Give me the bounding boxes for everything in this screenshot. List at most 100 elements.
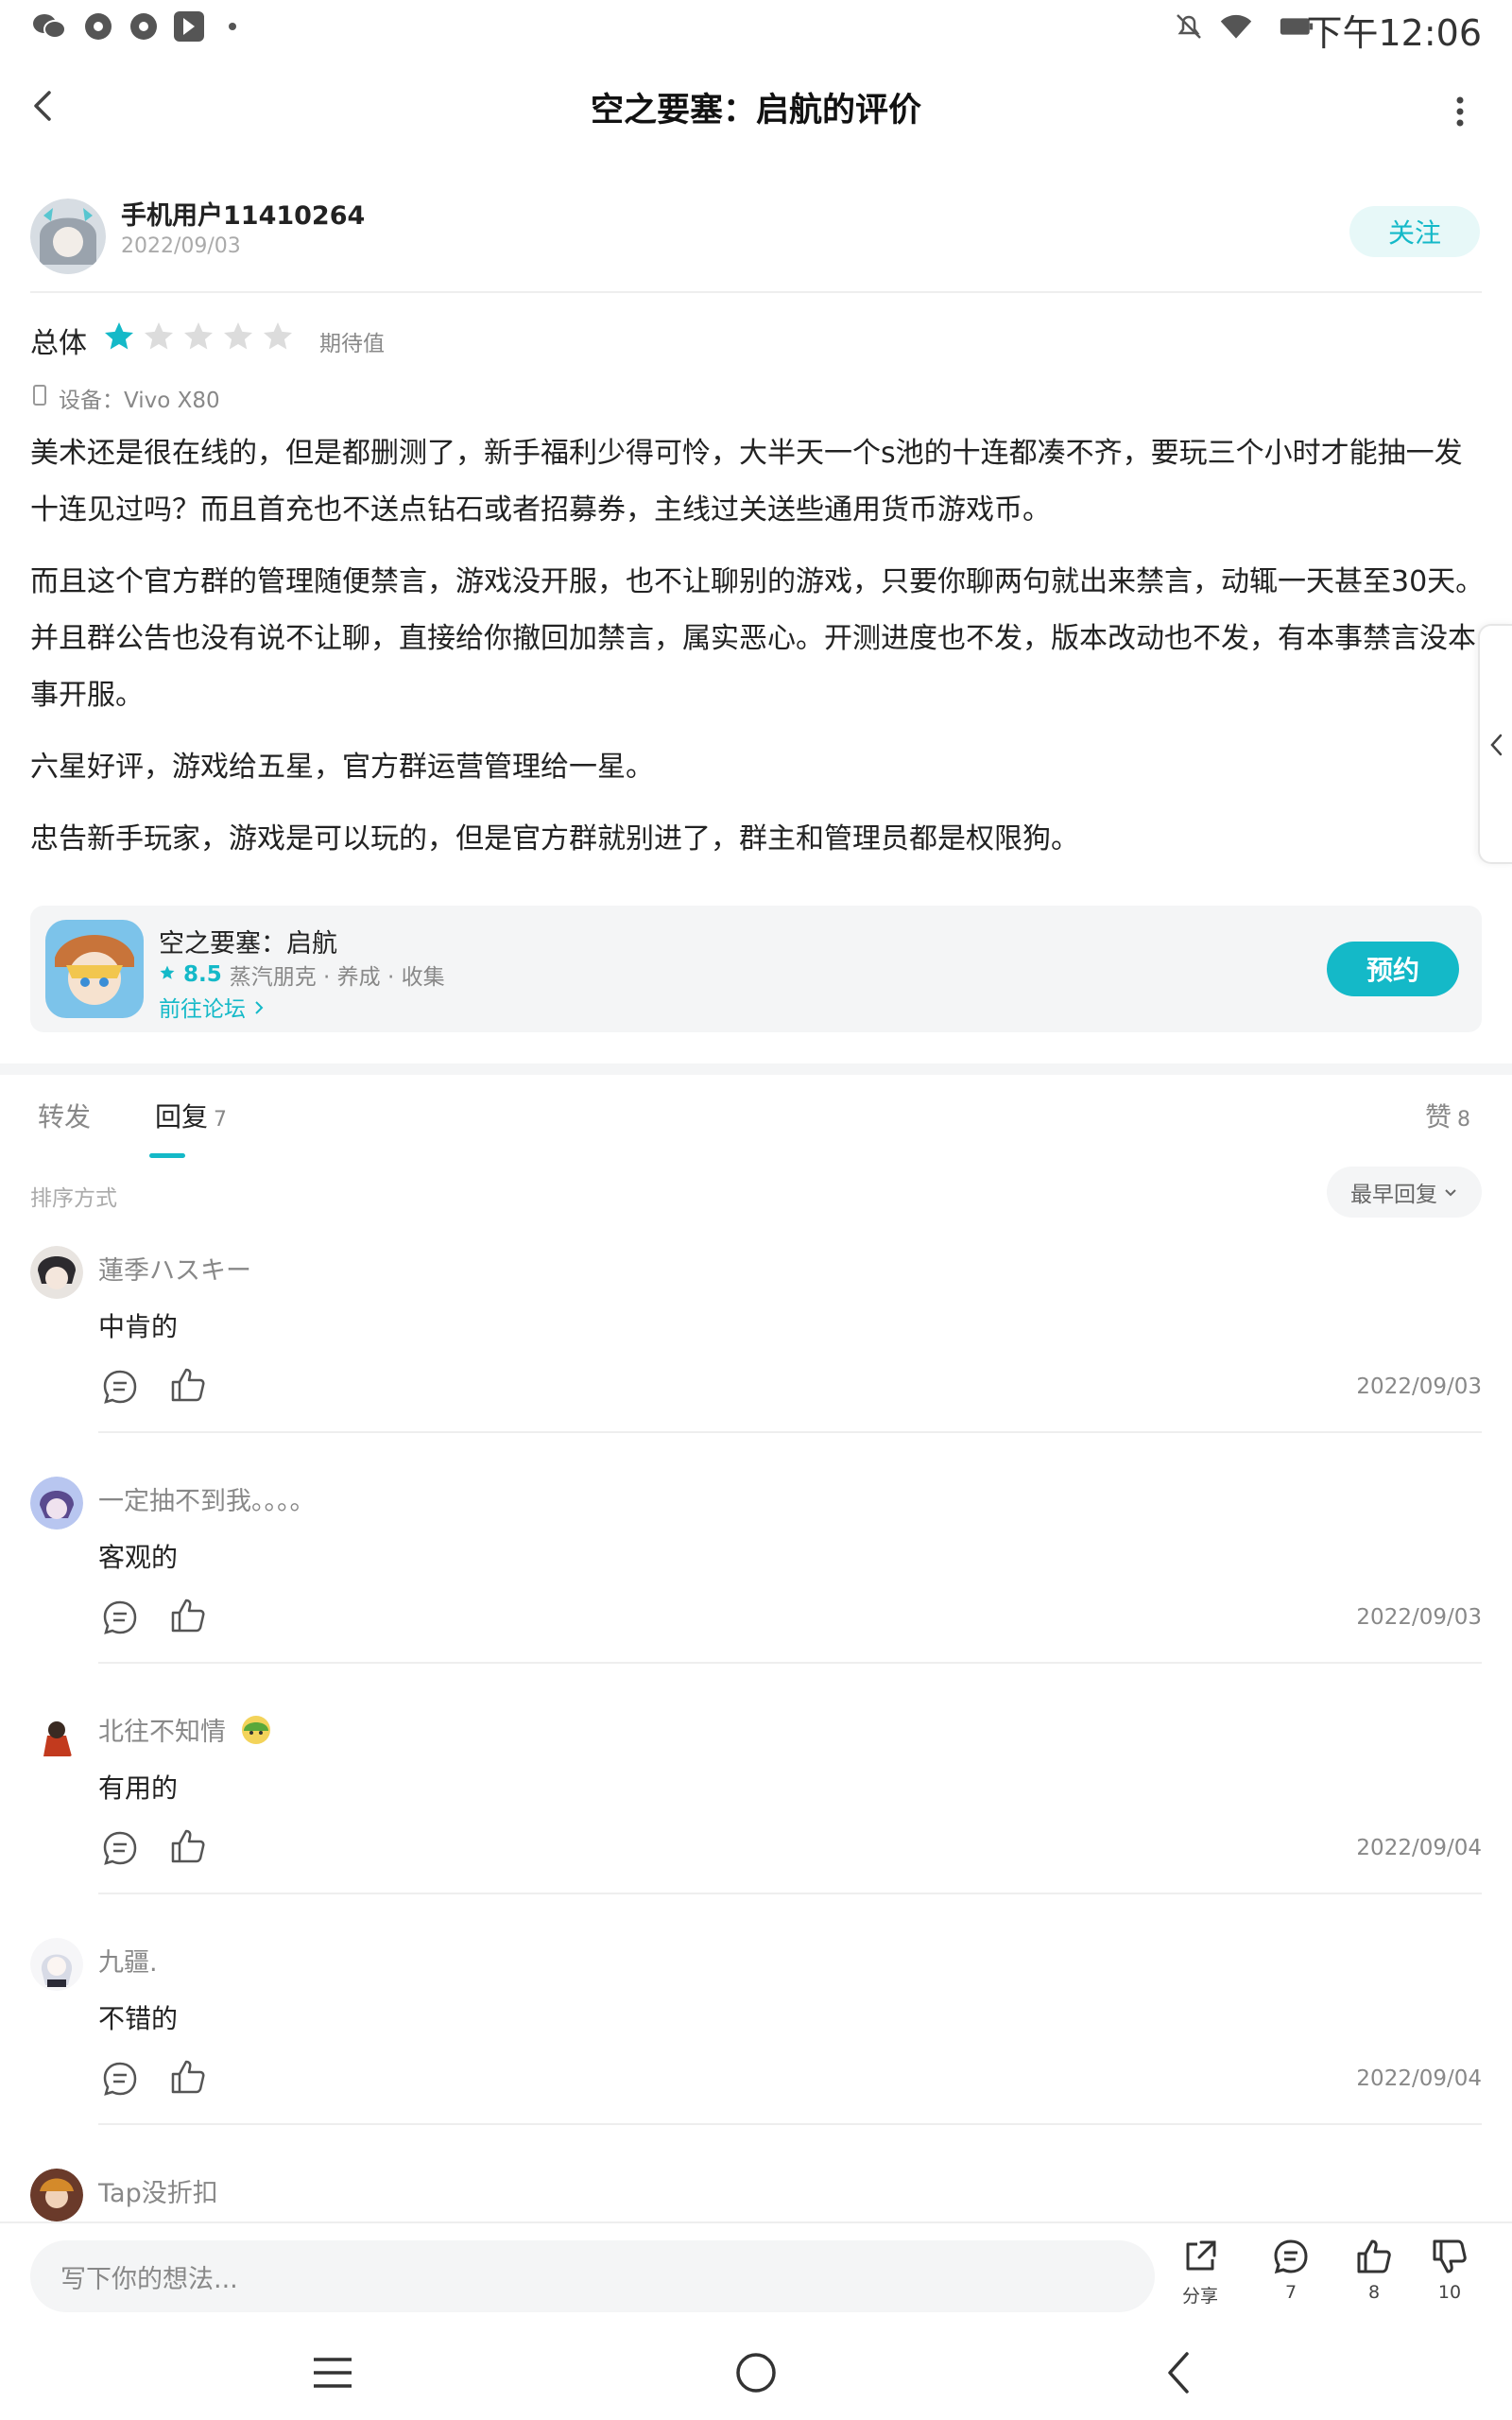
game-card[interactable]: 空之要塞：启航 8.5 蒸汽朋克 · 养成 · 收集 前往论坛 预约 xyxy=(30,906,1482,1032)
comment-text: 客观的 xyxy=(98,1542,179,1573)
comment-text: 有用的 xyxy=(98,1772,179,1804)
badge-icon xyxy=(240,1714,272,1753)
comment-date: 2022/09/04 xyxy=(1356,1836,1482,1860)
share-button[interactable]: 分享 xyxy=(1162,2237,1238,2308)
reply-icon[interactable] xyxy=(100,1828,140,1868)
commenter-name[interactable]: 一定抽不到我。。。。 xyxy=(98,1480,316,1517)
thumbs-up-icon xyxy=(1354,2237,1394,2280)
game-title: 空之要塞：启航 xyxy=(159,929,337,959)
tab-repost[interactable]: 转发 xyxy=(38,1097,91,1134)
review-paragraph: 六星好评，游戏给五星，官方群运营管理给一星。 xyxy=(30,751,654,784)
dislike-button[interactable]: 10 xyxy=(1412,2237,1487,2303)
commenter-name-label: 北往不知情 xyxy=(98,1718,226,1747)
star-icon xyxy=(181,320,215,354)
commenter-avatar[interactable] xyxy=(30,1707,83,1760)
review-date: 2022/09/03 xyxy=(121,234,241,258)
reply-icon[interactable] xyxy=(100,1598,140,1637)
device-row: 设备：Vivo X80 xyxy=(32,382,220,414)
comment-button[interactable]: 7 xyxy=(1253,2237,1329,2303)
like-icon[interactable] xyxy=(168,1365,208,1405)
reply-icon[interactable] xyxy=(100,1367,140,1407)
author-avatar[interactable] xyxy=(30,199,106,274)
forum-link-label: 前往论坛 xyxy=(159,997,246,1022)
sort-value: 最早回复 xyxy=(1350,1183,1437,1207)
share-label: 分享 xyxy=(1181,2286,1218,2307)
game-tags: 蒸汽朋克 · 养成 · 收集 xyxy=(229,965,445,990)
wifi-icon xyxy=(1219,9,1253,43)
commenter-name[interactable]: Tap没折扣 xyxy=(98,2172,218,2209)
reserve-button[interactable]: 预约 xyxy=(1327,942,1459,996)
tab-reply-count: 7 xyxy=(214,1108,228,1132)
comment-input[interactable]: 写下你的想法... xyxy=(30,2240,1155,2312)
chevron-right-icon xyxy=(252,997,266,1022)
divider xyxy=(98,2123,1482,2125)
like-button[interactable]: 8 xyxy=(1336,2237,1412,2303)
status-bar: 下午12:06 xyxy=(0,0,1512,54)
like-icon[interactable] xyxy=(168,1826,208,1866)
tab-reply-label: 回复 xyxy=(155,1101,209,1132)
divider xyxy=(98,1893,1482,1894)
commenter-name[interactable]: 蓮季ハスキー xyxy=(98,1250,251,1287)
device-label: 设备：Vivo X80 xyxy=(59,389,220,413)
share-icon xyxy=(1180,2237,1220,2280)
more-icon[interactable] xyxy=(1446,91,1474,132)
aperture-icon xyxy=(127,9,161,43)
comment-date: 2022/09/03 xyxy=(1356,1374,1482,1399)
star-icon xyxy=(221,320,255,354)
like-count: 8 xyxy=(1367,2282,1381,2303)
home-icon[interactable] xyxy=(735,2352,777,2397)
sort-label: 排序方式 xyxy=(30,1186,117,1211)
phone-icon xyxy=(32,384,47,412)
divider xyxy=(30,291,1482,293)
side-drawer-handle[interactable] xyxy=(1478,624,1512,864)
commenter-name[interactable]: 北往不知情 xyxy=(98,1711,272,1753)
comment-date: 2022/09/04 xyxy=(1356,2066,1482,2091)
comment-text: 中肯的 xyxy=(98,1311,179,1342)
dot-icon xyxy=(215,9,249,43)
tab-like[interactable]: 赞8 xyxy=(1425,1097,1470,1134)
game-score: 8.5 xyxy=(183,962,222,987)
tab-like-label: 赞 xyxy=(1425,1101,1452,1132)
rating-subtitle: 期待值 xyxy=(319,332,385,356)
page-title: 空之要塞：启航的评价 xyxy=(590,92,921,130)
system-nav-bar xyxy=(0,2329,1512,2420)
star-icon xyxy=(159,962,176,987)
divider xyxy=(98,1431,1482,1433)
game-meta: 8.5 蒸汽朋克 · 养成 · 收集 xyxy=(159,959,445,991)
sort-dropdown[interactable]: 最早回复 xyxy=(1327,1167,1482,1218)
reply-icon[interactable] xyxy=(100,2059,140,2099)
commenter-name[interactable]: 九疆. xyxy=(98,1942,158,1979)
forum-link[interactable]: 前往论坛 xyxy=(159,991,266,1023)
wechat-icon xyxy=(32,9,66,43)
tab-like-count: 8 xyxy=(1457,1108,1471,1132)
commenter-avatar[interactable] xyxy=(30,1938,83,1991)
review-paragraph: 而且这个官方群的管理随便禁言，游戏没开服，也不让聊别的游戏，只要你聊两句就出来禁… xyxy=(30,565,1485,712)
game-icon[interactable] xyxy=(45,920,144,1018)
chevron-down-icon xyxy=(1443,1180,1458,1204)
aperture-icon xyxy=(81,9,115,43)
status-time: 下午12:06 xyxy=(1306,12,1482,54)
like-icon[interactable] xyxy=(168,1596,208,1635)
commenter-avatar[interactable] xyxy=(30,2169,83,2221)
review-paragraph: 忠告新手玩家，游戏是可以玩的，但是官方群就别进了，群主和管理员都是权限狗。 xyxy=(30,822,1079,856)
menu-icon[interactable] xyxy=(312,2354,353,2395)
divider xyxy=(98,1662,1482,1664)
author-name[interactable]: 手机用户11410264 xyxy=(121,195,365,232)
back-nav-icon[interactable] xyxy=(1160,2350,1198,2399)
tab-indicator xyxy=(149,1153,185,1158)
star-icon xyxy=(102,320,136,354)
star-icon xyxy=(142,320,176,354)
tap-app-icon xyxy=(172,9,206,43)
section-gap xyxy=(0,1063,1512,1075)
comment-icon xyxy=(1271,2237,1311,2280)
like-icon[interactable] xyxy=(168,2057,208,2097)
commenter-avatar[interactable] xyxy=(30,1246,83,1299)
follow-button[interactable]: 关注 xyxy=(1349,206,1480,257)
star-icon xyxy=(261,320,295,354)
rating-label: 总体 xyxy=(30,327,87,360)
comment-date: 2022/09/03 xyxy=(1356,1605,1482,1630)
review-paragraph: 美术还是很在线的，但是都删测了，新手福利少得可怜，大半天一个s池的十连都凑不齐，… xyxy=(30,437,1463,527)
tab-reply[interactable]: 回复 7 xyxy=(155,1097,227,1134)
commenter-avatar[interactable] xyxy=(30,1477,83,1530)
thumbs-down-icon xyxy=(1430,2237,1469,2280)
